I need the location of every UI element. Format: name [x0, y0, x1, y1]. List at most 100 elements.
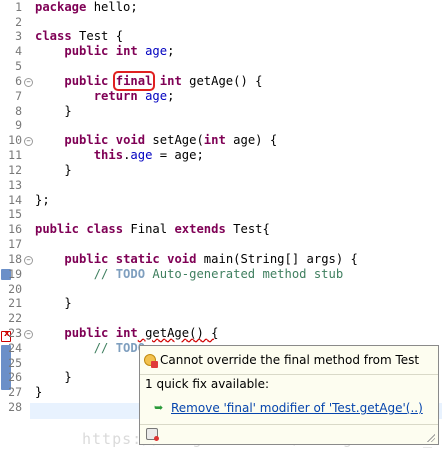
code-editor[interactable]: 1 2 3 4 5 6 7 8 9 10 11 12 13 14 15 16 1…	[0, 0, 442, 462]
line-number: 19	[8, 267, 22, 281]
code-text: Test{	[225, 222, 270, 236]
keyword: class	[35, 29, 72, 43]
line-number: 2	[15, 15, 22, 29]
fold-toggle-icon[interactable]: −	[24, 256, 33, 265]
problem-message-row: Cannot override the final method from Te…	[144, 352, 419, 368]
line-number: 17	[8, 237, 22, 251]
quick-fix-count: 1 quick fix available:	[145, 377, 270, 391]
code-text: Test {	[71, 29, 124, 43]
code-line[interactable]: }	[35, 103, 72, 120]
line-number: 7	[15, 89, 22, 103]
quick-fix-item[interactable]: ➥ Remove 'final' modifier of 'Test.getAg…	[154, 401, 423, 415]
line-number: 27	[8, 385, 22, 399]
line-number: 23	[8, 326, 22, 340]
problem-message: Cannot override the final method from Te…	[160, 353, 420, 367]
comment: //	[93, 341, 116, 355]
code-line[interactable]: public class Final extends Test{	[35, 221, 270, 238]
keyword: this	[93, 148, 124, 162]
line-number: 28	[8, 400, 22, 414]
code-text: = age;	[152, 148, 204, 162]
keyword: void	[115, 133, 146, 147]
keyword: public	[35, 222, 80, 236]
line-number: 11	[8, 148, 22, 162]
keyword: static	[115, 252, 160, 266]
keyword: class	[86, 222, 124, 236]
divider	[140, 424, 438, 425]
keyword: public	[64, 44, 109, 58]
line-number: 15	[8, 207, 22, 221]
code-text: };	[35, 193, 50, 207]
line-number: 26	[8, 370, 22, 384]
code-text: }	[64, 296, 72, 310]
code-text: main(String[] args) {	[196, 252, 358, 266]
field-name: age	[130, 148, 153, 162]
code-line[interactable]: }	[35, 384, 42, 401]
line-number-gutter[interactable]: 1 2 3 4 5 6 7 8 9 10 11 12 13 14 15 16 1…	[0, 0, 33, 462]
quick-fix-arrow-icon: ➥	[154, 401, 164, 414]
keyword: public	[64, 252, 109, 266]
line-number: 5	[15, 59, 22, 73]
code-line[interactable]: };	[35, 192, 50, 209]
line-number: 22	[8, 311, 22, 325]
resize-grip-icon[interactable]	[427, 434, 435, 442]
line-number: 8	[15, 104, 22, 118]
code-line[interactable]: package hello;	[35, 0, 138, 16]
field-name: age	[145, 89, 168, 103]
code-text: Final	[123, 222, 175, 236]
line-number: 24	[8, 341, 22, 355]
todo-tag: TODO	[115, 267, 146, 281]
keyword: extends	[174, 222, 226, 236]
code-text: }	[64, 163, 72, 177]
line-number: 21	[8, 296, 22, 310]
code-text: getAge() {	[181, 74, 263, 88]
line-number: 9	[15, 118, 22, 132]
line-number: 12	[8, 163, 22, 177]
code-text: hello;	[86, 0, 138, 14]
code-line[interactable]: }	[35, 162, 72, 179]
code-line[interactable]: // TODO	[35, 340, 145, 357]
code-text: age) {	[225, 133, 278, 147]
code-line[interactable]: }	[35, 295, 72, 312]
keyword: int	[115, 44, 138, 58]
line-number: 10	[8, 133, 22, 147]
divider	[140, 374, 438, 375]
keyword: int	[203, 133, 226, 147]
line-number: 4	[15, 44, 22, 58]
remove-final-modifier-link[interactable]: Remove 'final' modifier of 'Test.getAge'…	[171, 401, 423, 415]
line-number: 20	[8, 282, 22, 296]
line-number: 13	[8, 178, 22, 192]
code-line[interactable]: public int age;	[35, 43, 174, 60]
code-text: ;	[167, 44, 175, 58]
fold-toggle-icon[interactable]: −	[24, 330, 33, 339]
code-line[interactable]: // TODO Auto-generated method stub	[35, 266, 344, 283]
keyword: int	[159, 74, 182, 88]
field-name: age	[145, 44, 168, 58]
keyword: void	[167, 252, 197, 266]
line-number: 25	[8, 356, 22, 370]
code-text: }	[64, 370, 72, 384]
keyword: public	[64, 133, 109, 147]
comment: //	[93, 267, 116, 281]
configure-problem-severity-icon[interactable]	[146, 428, 159, 441]
fold-toggle-icon[interactable]: −	[24, 137, 33, 146]
problem-hover-popup[interactable]: Cannot override the final method from Te…	[139, 345, 439, 445]
line-number: 6	[15, 74, 22, 88]
line-number: 18	[8, 252, 22, 266]
keyword: return	[93, 89, 138, 103]
code-text: setAge(	[145, 133, 204, 147]
code-text: ;	[167, 89, 175, 103]
line-number: 16	[8, 222, 22, 236]
line-number: 14	[8, 193, 22, 207]
code-text: getAge() {	[137, 326, 219, 340]
line-number: 1	[15, 0, 22, 14]
keyword: public	[64, 326, 109, 340]
final-keyword-highlighted: final	[112, 71, 156, 91]
code-text: }	[64, 104, 72, 118]
fold-toggle-icon[interactable]: −	[24, 78, 33, 87]
code-text: }	[35, 385, 43, 399]
keyword: public	[64, 74, 109, 88]
keyword: package	[35, 0, 87, 14]
keyword: int	[115, 326, 138, 340]
comment: Auto-generated method stub	[145, 267, 344, 281]
error-lightbulb-icon	[144, 354, 158, 368]
